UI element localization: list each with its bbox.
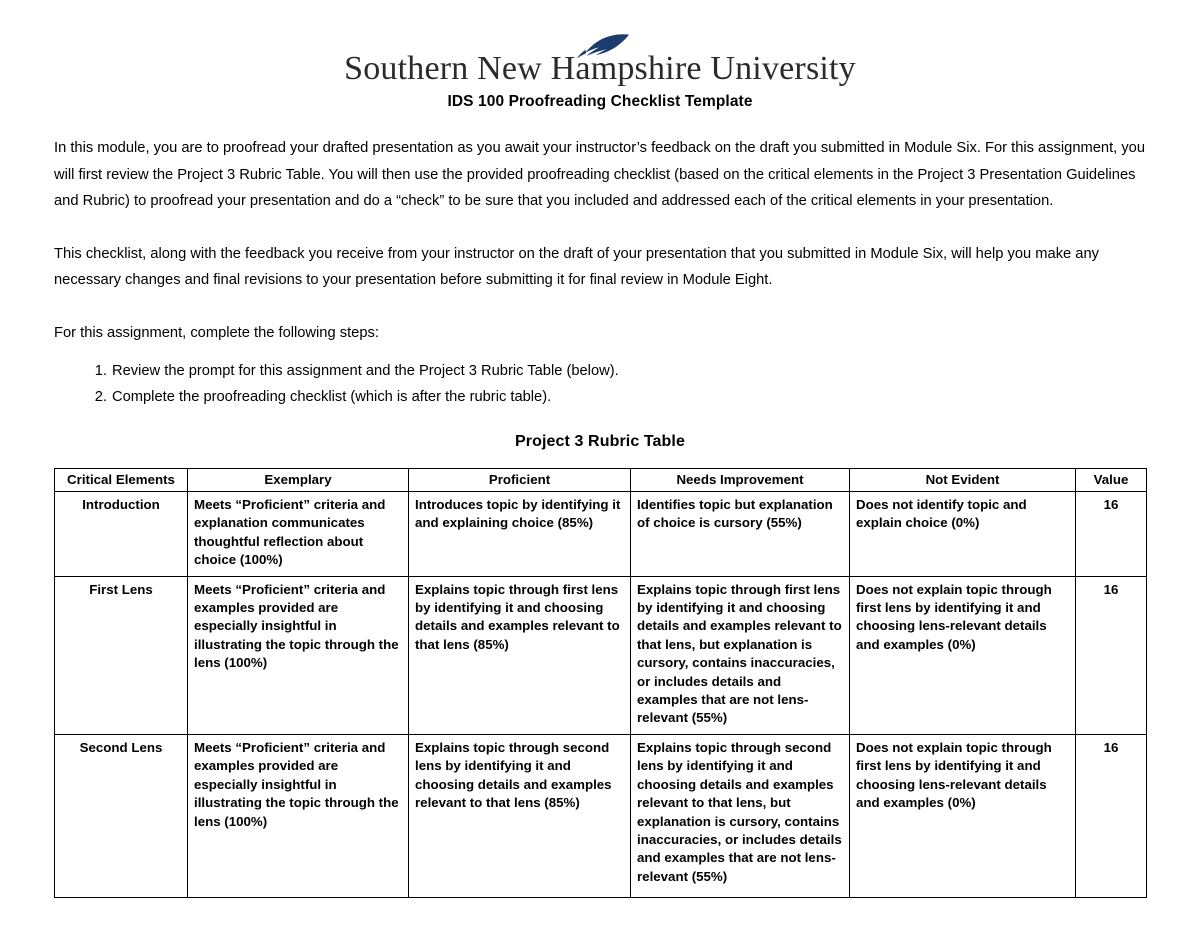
table-row: First Lens Meets “Proficient” criteria a…	[54, 575, 1147, 735]
column-header-exemplary: Exemplary	[187, 468, 409, 492]
list-item-number: 1.	[94, 363, 107, 379]
intro-paragraph-1: In this module, you are to proofread you…	[54, 140, 1145, 209]
steps-list: 1. Review the prompt for this assignment…	[54, 358, 1146, 410]
column-header-needs-improvement: Needs Improvement	[630, 468, 850, 492]
list-item: 2. Complete the proofreading checklist (…	[54, 384, 1146, 410]
university-logo: Southern New Hampshire University	[54, 0, 1146, 86]
cell-proficient: Explains topic through second lens by id…	[408, 733, 631, 898]
cell-value: 16	[1075, 575, 1147, 735]
logo-text: Southern New Hampshire University	[344, 50, 856, 87]
column-header-critical-elements: Critical Elements	[54, 468, 188, 492]
cell-critical-element: Introduction	[54, 491, 188, 577]
column-header-proficient: Proficient	[408, 468, 631, 492]
steps-lead-in: For this assignment, complete the follow…	[54, 324, 379, 341]
cell-not-evident: Does not explain topic through first len…	[849, 733, 1076, 898]
cell-value: 16	[1075, 491, 1147, 577]
cell-exemplary: Meets “Proficient” criteria and examples…	[187, 733, 409, 898]
intro-paragraph-2: This checklist, along with the feedback …	[54, 245, 1099, 289]
column-header-not-evident: Not Evident	[849, 468, 1076, 492]
list-item-text: Review the prompt for this assignment an…	[112, 363, 619, 379]
cell-value: 16	[1075, 733, 1147, 898]
cell-proficient: Explains topic through first lens by ide…	[408, 575, 631, 735]
cell-exemplary: Meets “Proficient” criteria and explanat…	[187, 491, 409, 577]
cell-needs-improvement: Explains topic through first lens by ide…	[630, 575, 850, 735]
rubric-table: Critical Elements Exemplary Proficient N…	[54, 468, 1147, 898]
logo-wrap: Southern New Hampshire University	[344, 34, 856, 87]
list-item-number: 2.	[94, 389, 107, 405]
column-header-value: Value	[1075, 468, 1147, 492]
cell-critical-element: Second Lens	[54, 733, 188, 898]
cell-needs-improvement: Explains topic through second lens by id…	[630, 733, 850, 898]
cell-exemplary: Meets “Proficient” criteria and examples…	[187, 575, 409, 735]
cell-not-evident: Does not explain topic through first len…	[849, 575, 1076, 735]
list-item-text: Complete the proofreading checklist (whi…	[112, 389, 552, 405]
rubric-table-heading: Project 3 Rubric Table	[515, 433, 685, 450]
document-page: Southern New Hampshire University IDS 10…	[0, 0, 1200, 927]
list-item: 1. Review the prompt for this assignment…	[54, 358, 1146, 384]
cell-critical-element: First Lens	[54, 575, 188, 735]
table-header-row: Critical Elements Exemplary Proficient N…	[54, 468, 1147, 492]
table-row: Introduction Meets “Proficient” criteria…	[54, 491, 1147, 577]
cell-needs-improvement: Identifies topic but explanation of choi…	[630, 491, 850, 577]
document-title: IDS 100 Proofreading Checklist Template	[447, 93, 753, 110]
cell-proficient: Introduces topic by identifying it and e…	[408, 491, 631, 577]
table-row: Second Lens Meets “Proficient” criteria …	[54, 733, 1147, 898]
cell-not-evident: Does not identify topic and explain choi…	[849, 491, 1076, 577]
